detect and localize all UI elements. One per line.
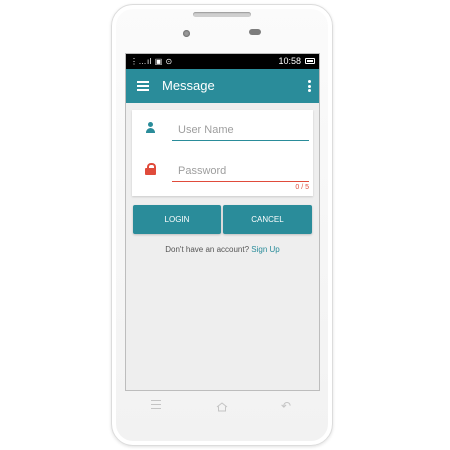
login-button[interactable]: LOGIN	[133, 205, 221, 234]
nav-menu-key[interactable]	[151, 400, 163, 412]
battery-icon	[305, 58, 315, 64]
screen: ⋮…ıl ▣ ⊙ 10:58 Message 0 / 5 LOGIN	[125, 53, 320, 391]
app-bar: Message	[126, 69, 319, 103]
login-card: 0 / 5	[132, 110, 313, 196]
more-vert-icon[interactable]	[308, 80, 311, 92]
lock-icon	[145, 163, 156, 175]
menu-icon[interactable]	[137, 81, 149, 91]
cancel-button[interactable]: CANCEL	[223, 205, 312, 234]
app-title: Message	[162, 78, 215, 93]
back-icon[interactable]: ↶	[281, 399, 291, 413]
signup-prompt: Don't have an account?	[165, 245, 250, 254]
password-input[interactable]	[172, 160, 309, 182]
signup-link[interactable]: Sign Up	[251, 245, 279, 254]
home-icon[interactable]	[216, 401, 228, 412]
password-char-counter: 0 / 5	[295, 184, 309, 191]
username-input[interactable]	[172, 119, 309, 141]
stage: ⋮…ıl ▣ ⊙ 10:58 Message 0 / 5 LOGIN	[0, 0, 450, 450]
front-camera	[183, 30, 190, 37]
proximity-sensor	[249, 29, 261, 35]
user-icon	[145, 122, 156, 133]
status-bar: ⋮…ıl ▣ ⊙ 10:58	[126, 54, 319, 69]
status-icons: ⋮…ıl ▣ ⊙	[130, 57, 173, 66]
signup-row: Don't have an account? Sign Up	[126, 245, 319, 254]
speaker-grill	[193, 12, 251, 17]
status-time: 10:58	[278, 56, 301, 66]
